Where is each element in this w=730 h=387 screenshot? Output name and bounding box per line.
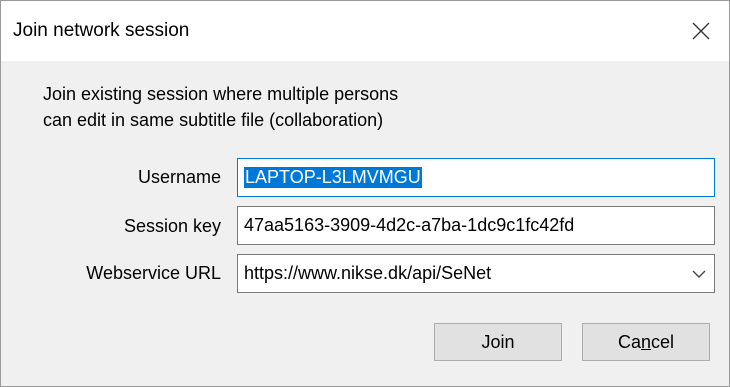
combobox-dropdown-button[interactable] [684, 255, 714, 292]
webservice-url-label: Webservice URL [86, 263, 221, 283]
chevron-down-icon [692, 270, 706, 278]
join-session-dialog: Join network session Join existing sessi… [0, 0, 730, 387]
username-input[interactable]: LAPTOP-L3LMVMGU [237, 158, 715, 197]
join-button-label: Join [481, 331, 515, 352]
webservice-url-value: https://www.nikse.dk/api/SeNet [244, 263, 492, 283]
cancel-button[interactable]: Cancel [582, 323, 710, 361]
close-icon [692, 22, 710, 40]
session-key-value: 47aa5163-3909-4d2c-a7ba-1dc9c1fc42fd [244, 215, 575, 235]
username-label: Username [137, 167, 221, 187]
dialog-title: Join network session [13, 20, 190, 41]
description-text: Join existing session where multiple per… [43, 81, 398, 133]
username-value: LAPTOP-L3LMVMGU [244, 167, 422, 188]
session-key-input[interactable]: 47aa5163-3909-4d2c-a7ba-1dc9c1fc42fd [237, 206, 715, 245]
close-button[interactable] [673, 1, 729, 61]
session-key-label: Session key [123, 216, 221, 236]
cancel-button-label: Cancel [617, 331, 675, 352]
join-button[interactable]: Join [434, 323, 562, 361]
title-bar: Join network session [1, 1, 729, 61]
webservice-url-combobox[interactable]: https://www.nikse.dk/api/SeNet [237, 254, 715, 293]
description-line-1: Join existing session where multiple per… [43, 84, 399, 104]
description-line-2: can edit in same subtitle file (collabor… [43, 110, 384, 130]
